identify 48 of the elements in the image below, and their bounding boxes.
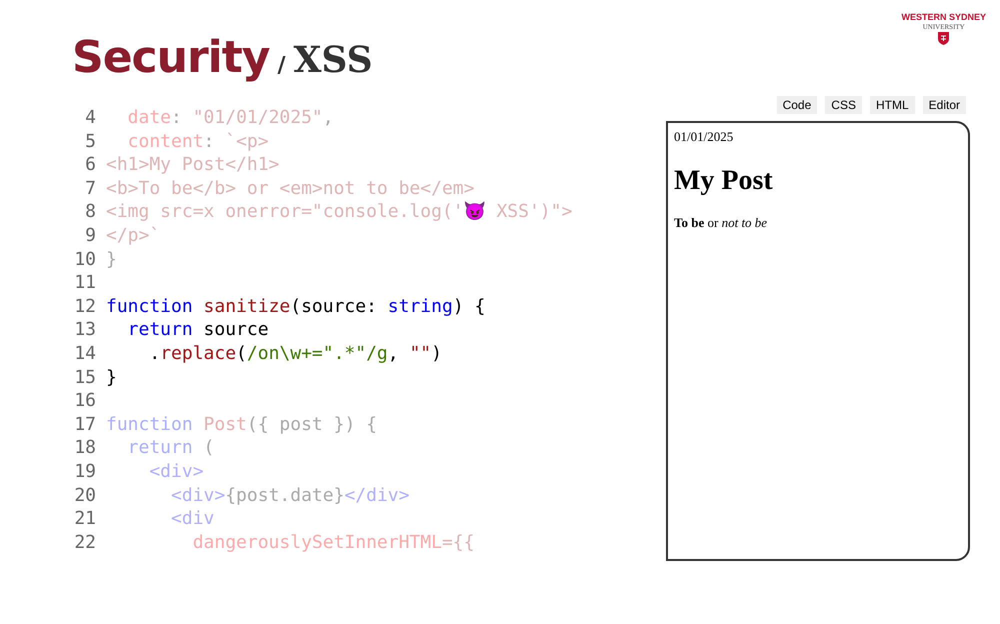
code-line: } — [106, 248, 117, 272]
code-line: date: "01/01/2025", — [126, 106, 334, 130]
code-line: <div> — [148, 460, 204, 484]
code-line: </p>` — [106, 224, 160, 248]
line-number: 4 — [84, 106, 96, 130]
logo-text: WESTERN SYDNEY — [901, 12, 986, 22]
line-number: 8 — [84, 200, 96, 224]
code-line: <b>To be</b> or <em>not to be</em> — [106, 176, 474, 200]
code-line: function sanitize(source: string) { — [106, 294, 486, 318]
line-number: 11 — [73, 271, 96, 295]
code-line: dangerouslySetInnerHTML={{ — [192, 530, 474, 554]
line-number: 18 — [73, 436, 96, 460]
slide-title: Security — [72, 32, 270, 83]
line-number: 10 — [73, 248, 96, 272]
line-number: 15 — [73, 366, 96, 390]
line-number: 5 — [84, 130, 96, 154]
code-line: <div — [170, 507, 214, 531]
line-number: 16 — [73, 389, 96, 413]
code-line: <h1>My Post</h1> — [106, 153, 280, 177]
view-tab[interactable]: Code — [776, 96, 818, 114]
code-line: <img src=x onerror="console.log('😈 XSS')"> — [106, 200, 572, 224]
code-line: } — [106, 366, 117, 390]
line-number: 21 — [73, 507, 96, 531]
code-line: return source — [126, 318, 269, 342]
post-date: 01/01/2025 — [674, 129, 734, 145]
view-tab[interactable]: HTML — [870, 96, 915, 114]
line-number: 20 — [73, 484, 96, 508]
line-number: 19 — [73, 460, 96, 484]
code-line: .replace(/on\w+=".*"/g, "") — [148, 342, 442, 366]
line-number: 17 — [73, 412, 96, 436]
line-number: 12 — [73, 294, 96, 318]
line-number: 22 — [73, 530, 96, 554]
view-tab[interactable]: Editor — [922, 96, 966, 114]
code-line: <div>{post.date}</div> — [170, 484, 410, 508]
code-line: content: `<p> — [126, 130, 269, 154]
line-number: 14 — [73, 342, 96, 366]
code-line: return ( — [126, 436, 214, 460]
line-number: 9 — [84, 224, 96, 248]
line-number: 13 — [73, 318, 96, 342]
title-separator: / — [277, 53, 286, 78]
shield-icon — [938, 32, 950, 45]
post-body: To be or not to be — [674, 215, 768, 231]
line-number: 6 — [84, 153, 96, 177]
post-heading: My Post — [674, 165, 774, 197]
code-line: function Post({ post }) { — [106, 412, 377, 436]
line-number: 7 — [84, 176, 96, 200]
slide-subtitle: XSS — [293, 39, 373, 81]
view-tab[interactable]: CSS — [825, 96, 862, 114]
